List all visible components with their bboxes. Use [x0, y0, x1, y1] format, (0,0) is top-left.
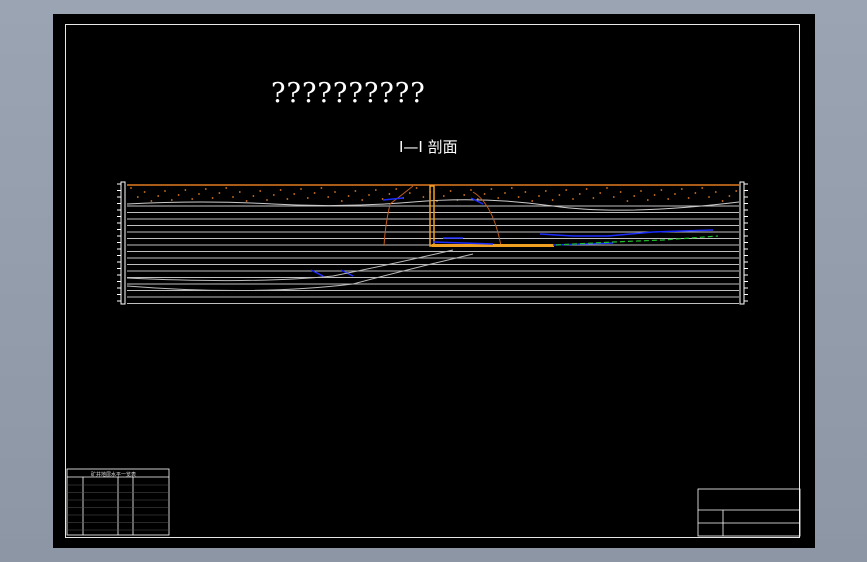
coal-seams [126, 249, 474, 292]
soil-dot [293, 193, 296, 195]
soil-dot [130, 187, 132, 189]
right-scale [739, 181, 745, 305]
soil-dot [680, 188, 683, 190]
soil-dot [640, 190, 642, 192]
soil-dot [157, 195, 160, 197]
soil-dot [531, 200, 534, 202]
soil-dot [408, 192, 411, 194]
soil-dot [198, 193, 200, 195]
soil-dot [415, 187, 418, 189]
soil-dot [259, 190, 262, 192]
soil-dot [524, 191, 527, 193]
soil-dot [191, 198, 194, 200]
geological-profile [66, 181, 801, 537]
soil-dot [170, 199, 173, 201]
soil-dot [510, 187, 513, 189]
soil-dot [388, 193, 391, 195]
soil-dot [626, 200, 629, 202]
soil-dot [497, 197, 500, 199]
soil-dot [694, 192, 697, 194]
soil-dot [313, 192, 316, 194]
soil-dot [585, 188, 588, 190]
soil-dot [442, 195, 445, 197]
main-roadway [432, 244, 554, 247]
title-block [697, 488, 801, 537]
soil-dot [599, 192, 602, 194]
soil-dot [252, 195, 255, 197]
soil-dot [395, 188, 398, 190]
soil-dot [225, 187, 228, 189]
soil-dot [238, 191, 241, 193]
soil-dot [660, 189, 663, 191]
legend-table [66, 468, 170, 536]
soil-dot [300, 188, 302, 190]
soil-dot [606, 187, 608, 189]
soil-dot [592, 197, 595, 199]
soil-dot [701, 187, 704, 189]
soil-dot [320, 187, 323, 189]
soil-dot [422, 196, 425, 198]
soil-dot [687, 197, 690, 199]
soil-dot [449, 190, 452, 192]
soil-dot [612, 196, 615, 198]
soil-dot [558, 194, 561, 196]
soil-dot [572, 198, 574, 200]
soil-dot [708, 196, 710, 198]
soil-dot [218, 192, 221, 194]
soil-dot [721, 200, 724, 202]
left-scale [120, 181, 126, 305]
soil-dot [470, 189, 472, 191]
soil-dot [633, 195, 636, 197]
soil-dot [347, 195, 350, 197]
soil-dot [483, 193, 486, 195]
soil-dot [490, 188, 493, 190]
soil-dot [340, 200, 343, 202]
soil-dot [368, 194, 370, 196]
soil-dot [204, 188, 207, 190]
soil-dot [646, 199, 649, 201]
soil-dot [136, 196, 139, 198]
soil-dot [286, 198, 289, 200]
soil-dot [714, 191, 717, 193]
green-line [555, 235, 719, 246]
soil-dot [143, 191, 146, 193]
soil-dot [177, 194, 180, 196]
soil-dot [164, 190, 166, 192]
soil-dot [306, 197, 309, 199]
soil-dot [361, 199, 364, 201]
drawing-sheet: ?????????? I—I 剖面 矿井地层水平一览表 [53, 14, 815, 548]
soil-dot [184, 189, 187, 191]
soil-dot [354, 190, 357, 192]
soil-dot [327, 196, 330, 198]
soil-dot [266, 199, 268, 201]
soil-dot [334, 191, 336, 193]
soil-dot [517, 196, 520, 198]
soil-dot [374, 189, 377, 191]
soil-dot [245, 200, 248, 202]
soil-dot [653, 194, 656, 196]
soil-dot [272, 194, 275, 196]
soil-dot [463, 194, 466, 196]
soil-dot [565, 189, 568, 191]
soil-dot [728, 195, 731, 197]
soil-dot [619, 191, 622, 193]
soil-dot [232, 196, 234, 198]
soil-dot [667, 198, 670, 200]
soil-dot [674, 193, 676, 195]
soil-dot [211, 197, 214, 199]
soil-dot [538, 195, 540, 197]
soil-dot [279, 189, 282, 191]
soil-dot [551, 199, 554, 201]
legend-table-header: 矿井地层水平一览表 [91, 472, 137, 478]
soil-dot [544, 190, 547, 192]
soil-dot [150, 200, 153, 202]
soil-dot [578, 193, 581, 195]
soil-dot [504, 192, 506, 194]
soil-dot [735, 190, 738, 192]
